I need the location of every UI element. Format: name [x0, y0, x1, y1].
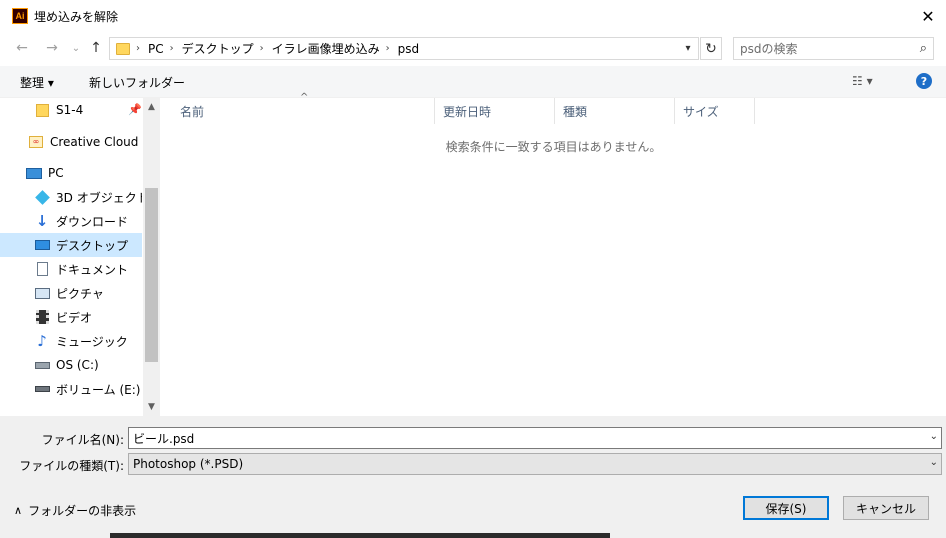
sidebar-item-label: ビデオ: [56, 310, 93, 325]
sidebar-item-label: ボリューム (E:): [56, 382, 141, 397]
sidebar-item-documents[interactable]: ドキュメント: [0, 257, 142, 281]
title-bar: [0, 0, 946, 32]
chevron-up-icon: ∧: [14, 504, 23, 517]
sidebar-item-pictures[interactable]: ピクチャ: [0, 281, 142, 305]
sidebar-item-music[interactable]: ♪ ミュージック: [0, 329, 142, 353]
hide-folders-toggle[interactable]: ∧ フォルダーの非表示: [14, 502, 136, 519]
chevron-down-icon[interactable]: ⌄: [930, 457, 938, 468]
sidebar-item-drive-e[interactable]: ボリューム (E:): [0, 377, 142, 401]
cancel-button[interactable]: キャンセル: [843, 496, 929, 520]
column-name[interactable]: 名前: [172, 98, 435, 124]
recent-locations-button[interactable]: ⌄: [66, 38, 86, 58]
up-button[interactable]: ↑: [86, 38, 106, 58]
document-icon: [34, 262, 50, 276]
sidebar-item-label: Creative Cloud Files: [50, 135, 142, 149]
pin-icon: 📌: [128, 103, 142, 116]
sidebar-item-label: ミュージック: [56, 334, 128, 349]
sidebar-item-label: PC: [48, 166, 64, 180]
sidebar-item-drive-c[interactable]: OS (C:): [0, 353, 142, 377]
chevron-right-icon: ›: [385, 43, 390, 54]
download-icon: ↓: [35, 212, 49, 230]
breadcrumb-folder[interactable]: イラレ画像埋め込み: [272, 40, 380, 57]
creative-cloud-icon: ∞: [28, 135, 44, 149]
column-modified[interactable]: 更新日時: [435, 98, 555, 124]
sidebar-item-creative-cloud[interactable]: ∞ Creative Cloud Files: [0, 130, 142, 154]
pc-icon: [26, 166, 42, 180]
empty-results-message: 検索条件に一致する項目はありません。: [445, 140, 662, 154]
sidebar-item-label: S1-4: [56, 103, 84, 117]
address-bar[interactable]: › PC › デスクトップ › イラレ画像埋め込み › psd ▾: [109, 37, 699, 60]
sidebar-item-label: ドキュメント: [56, 262, 129, 277]
sidebar-item-downloads[interactable]: ↓ ダウンロード: [0, 209, 142, 233]
filetype-label: ファイルの種類(T):: [19, 459, 124, 473]
search-placeholder: psdの検索: [740, 42, 798, 56]
music-icon: ♪: [37, 332, 47, 350]
video-icon: [34, 310, 50, 324]
filename-input[interactable]: ビール.psd ⌄: [128, 427, 942, 449]
breadcrumb-pc[interactable]: PC: [148, 42, 164, 56]
sidebar-item-label: OS (C:): [56, 358, 99, 372]
chevron-right-icon: ›: [136, 43, 140, 54]
sidebar-item-desktop[interactable]: デスクトップ: [0, 233, 142, 257]
help-icon[interactable]: ?: [916, 73, 932, 89]
column-type[interactable]: 種類: [555, 98, 675, 124]
new-folder-button[interactable]: 新しいフォルダー: [89, 74, 185, 91]
drive-e-icon: [34, 382, 50, 396]
scroll-down-icon[interactable]: ▼: [145, 400, 158, 414]
forward-button[interactable]: →: [42, 38, 62, 58]
chevron-down-icon[interactable]: ▾: [680, 40, 696, 57]
scrollbar-thumb[interactable]: [145, 188, 158, 362]
organize-button[interactable]: 整理 ▾: [20, 74, 54, 91]
scroll-up-icon[interactable]: ▲: [145, 100, 158, 114]
3d-objects-icon: [34, 189, 50, 205]
filetype-value: Photoshop (*.PSD): [133, 457, 244, 471]
chevron-right-icon: ›: [259, 43, 264, 54]
filename-label: ファイル名(N):: [41, 433, 124, 447]
column-size[interactable]: サイズ: [675, 98, 755, 124]
chevron-down-icon[interactable]: ⌄: [930, 431, 938, 442]
illustrator-app-icon: Ai: [12, 8, 28, 24]
filename-value: ビール.psd: [133, 431, 195, 446]
sidebar-item-pc[interactable]: PC: [0, 161, 142, 185]
folder-icon: [116, 42, 130, 55]
filetype-select[interactable]: Photoshop (*.PSD) ⌄: [128, 453, 942, 475]
sidebar-item-label: デスクトップ: [56, 238, 129, 253]
search-icon: ⌕: [919, 41, 927, 56]
desktop-icon: [34, 238, 50, 252]
save-button[interactable]: 保存(S): [743, 496, 829, 520]
sidebar-item-3d-objects[interactable]: 3D オブジェクト: [0, 185, 142, 209]
pictures-icon: [34, 286, 50, 300]
background-window-edge: [110, 533, 610, 538]
view-options-icon[interactable]: ☷ ▾: [852, 74, 873, 88]
sidebar-item-label: ピクチャ: [56, 286, 104, 301]
search-input[interactable]: psdの検索 ⌕: [733, 37, 934, 60]
sidebar-item-s1-4[interactable]: S1-4: [0, 98, 142, 122]
drive-c-icon: [34, 358, 50, 372]
breadcrumb-psd[interactable]: psd: [398, 42, 420, 56]
hide-folders-label: フォルダーの非表示: [28, 504, 137, 518]
close-button[interactable]: ✕: [914, 4, 942, 28]
sidebar-item-label: ダウンロード: [56, 214, 129, 229]
breadcrumb-desktop[interactable]: デスクトップ: [182, 40, 254, 57]
back-button[interactable]: ←: [12, 38, 32, 58]
sidebar-item-label: 3D オブジェクト: [56, 190, 142, 205]
sidebar-item-videos[interactable]: ビデオ: [0, 305, 142, 329]
refresh-button[interactable]: ↻: [700, 37, 722, 60]
chevron-right-icon: ›: [169, 43, 174, 54]
window-title: 埋め込みを解除: [34, 10, 119, 24]
folder-icon: [34, 103, 50, 117]
